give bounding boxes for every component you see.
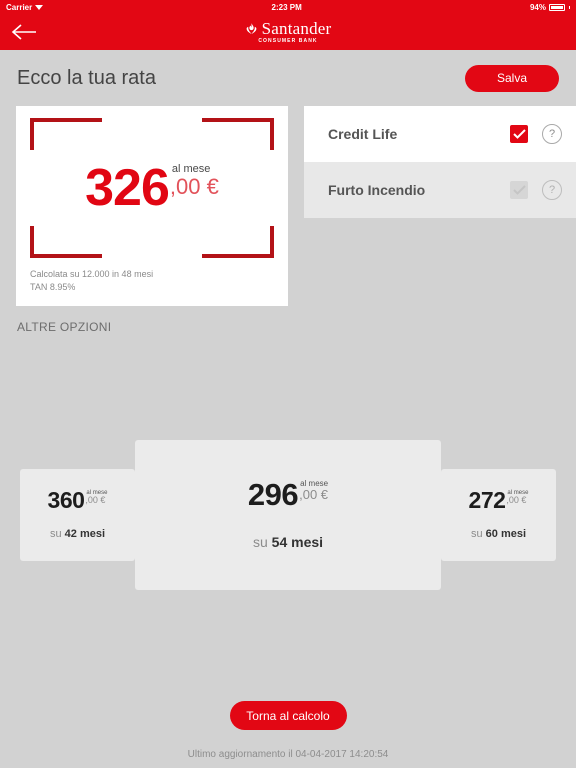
corner-bracket-bottom-right (202, 226, 274, 258)
option-row-furto-incendio[interactable]: Furto Incendio ? (304, 162, 576, 218)
alt-amount-cents-42: ,00 € (85, 495, 106, 506)
corner-bracket-bottom-left (30, 226, 102, 258)
check-icon (512, 128, 526, 139)
alt-amount-side-42: al mese ,00 € (85, 490, 107, 505)
page-title-bar: Ecco la tua rata Salva (0, 50, 576, 106)
alt-months-54: su 54 mesi (253, 534, 323, 550)
alt-amount-value-60: 272 (468, 487, 506, 514)
alt-amount-value-54: 296 (247, 477, 299, 513)
wifi-icon (35, 4, 44, 11)
battery-icon (549, 3, 565, 11)
back-button[interactable] (8, 17, 40, 47)
rate-amount-side: al mese ,00 € (170, 164, 219, 198)
alt-amount-value-42: 360 (47, 487, 85, 514)
rate-amount-cents: ,00 € (169, 174, 219, 199)
main-content-row: 326 al mese ,00 € Calcolata su 12.000 in… (0, 106, 576, 306)
rate-amount-group: 326 al mese ,00 € (16, 159, 288, 217)
checkbox-furto-incendio[interactable] (510, 181, 528, 199)
save-button[interactable]: Salva (465, 64, 559, 92)
carrier-label: Carrier (6, 2, 33, 12)
status-bar-right: 94% (530, 3, 570, 12)
alt-amount-group-60: 272 al mese ,00 € (468, 487, 529, 514)
rate-note-line-2: TAN 8.95% (30, 281, 76, 292)
battery-percent-label: 94% (529, 2, 546, 12)
alternative-rate-card-54[interactable]: 296 al mese ,00 € su 54 mesi (135, 440, 441, 590)
brand-logo: Santander CONSUMER BANK (245, 20, 332, 44)
alt-months-prefix-54: su (252, 533, 272, 550)
back-arrow-icon (11, 24, 36, 40)
help-icon-furto-incendio[interactable]: ? (542, 180, 562, 200)
alt-amount-group-42: 360 al mese ,00 € (47, 487, 108, 514)
brand-name: Santander (261, 19, 332, 38)
rate-calculation-note: Calcolata su 12.000 in 48 mesi TAN 8.95% (30, 268, 153, 294)
brand-subtitle: CONSUMER BANK (258, 38, 318, 44)
page-title: Ecco la tua rata (17, 66, 156, 89)
navigation-bar: Santander CONSUMER BANK (0, 14, 576, 50)
option-label-furto-incendio: Furto Incendio (328, 182, 426, 198)
option-label-credit-life: Credit Life (328, 126, 398, 142)
footer: Torna al calcolo Ultimo aggiornamento il… (0, 701, 576, 768)
selected-rate-card: 326 al mese ,00 € Calcolata su 12.000 in… (16, 106, 288, 306)
alt-amount-group-54: 296 al mese ,00 € (247, 477, 329, 513)
status-bar-left: Carrier (6, 2, 44, 12)
status-bar-time: 2:23 PM (271, 2, 302, 12)
status-bar: Carrier 2:23 PM 94% (0, 0, 576, 14)
alt-months-60: su 60 mesi (471, 528, 526, 540)
last-update-label: Ultimo aggiornamento il 04-04-2017 14:20… (187, 749, 389, 760)
santander-flame-icon (246, 23, 256, 34)
battery-cap-icon (569, 5, 570, 9)
insurance-options-panel: Credit Life ? Furto Incendio ? (304, 106, 576, 218)
rate-note-line-1: Calcolata su 12.000 in 48 mesi (30, 268, 154, 279)
alt-amount-cents-54: ,00 € (299, 487, 329, 503)
alternative-rate-card-60[interactable]: 272 al mese ,00 € su 60 mesi (441, 469, 556, 561)
brand-top-row: Santander (245, 20, 332, 37)
other-options-label: ALTRE OPZIONI (17, 320, 112, 334)
alt-amount-side-54: al mese ,00 € (299, 480, 329, 503)
alternative-rate-card-42[interactable]: 360 al mese ,00 € su 42 mesi (20, 469, 135, 561)
option-row-credit-life[interactable]: Credit Life ? (304, 106, 576, 162)
corner-bracket-top-right (202, 118, 274, 150)
help-icon-credit-life[interactable]: ? (542, 124, 562, 144)
alt-months-value-54: 54 mesi (271, 533, 324, 550)
checkbox-credit-life[interactable] (510, 125, 528, 143)
alt-months-value-42: 42 mesi (64, 527, 106, 540)
alt-months-value-60: 60 mesi (485, 527, 527, 540)
check-icon (512, 184, 526, 195)
alt-months-42: su 42 mesi (50, 528, 105, 540)
alt-months-prefix-60: su (470, 527, 486, 540)
alternative-rates-row: 360 al mese ,00 € su 42 mesi 296 al mese… (0, 430, 576, 600)
alt-amount-cents-60: ,00 € (506, 495, 527, 506)
alt-amount-side-60: al mese ,00 € (506, 490, 528, 505)
rate-amount-value: 326 (85, 159, 170, 217)
alt-months-prefix-42: su (49, 527, 65, 540)
corner-bracket-top-left (30, 118, 102, 150)
back-to-calculation-button[interactable]: Torna al calcolo (229, 701, 347, 730)
